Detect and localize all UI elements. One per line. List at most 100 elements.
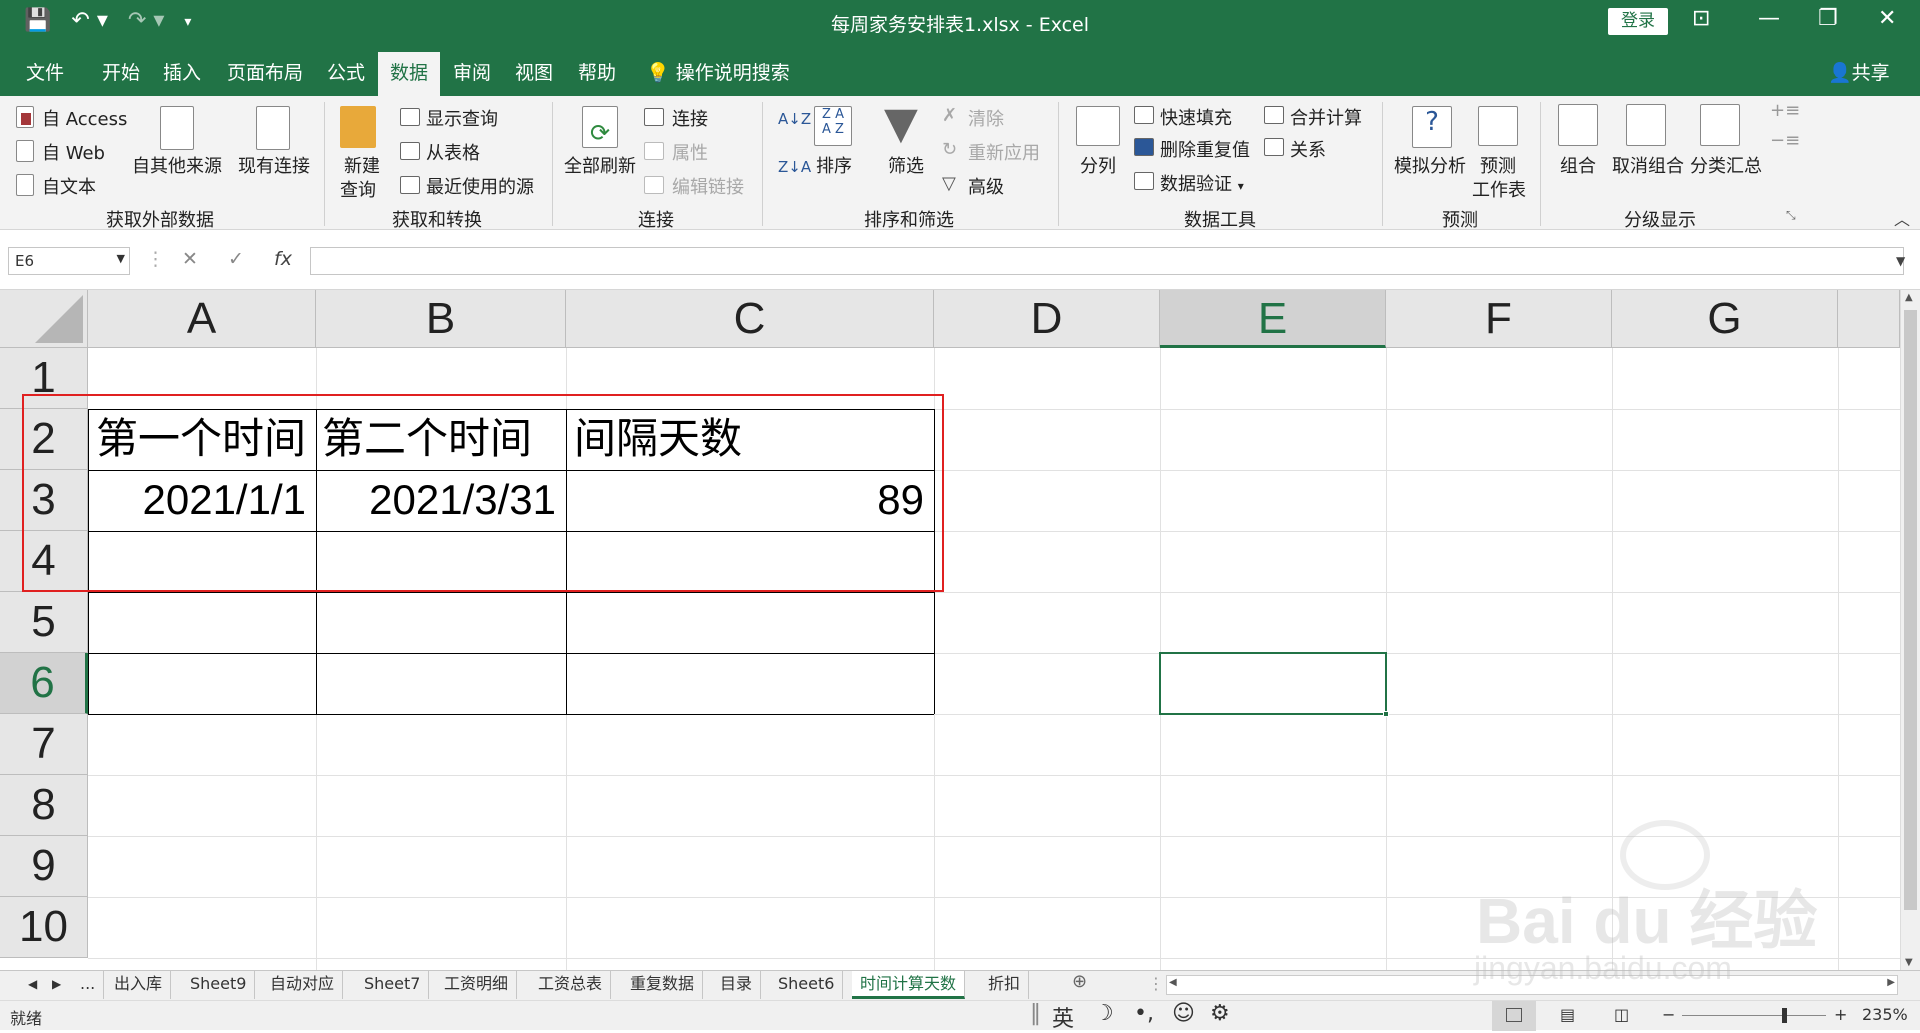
close-icon[interactable]: ✕ xyxy=(1878,6,1896,31)
tab-scroll-right-icon[interactable]: ▶ xyxy=(44,971,69,999)
hide-detail-icon[interactable]: −≡ xyxy=(1770,130,1800,151)
properties-button[interactable]: 属性 xyxy=(672,139,708,165)
name-box[interactable]: E6 ▼ xyxy=(8,247,130,275)
show-detail-icon[interactable]: +≡ xyxy=(1770,100,1800,121)
existing-connections-button[interactable]: 现有连接 xyxy=(238,152,310,178)
scroll-up-icon[interactable]: ▲ xyxy=(1905,292,1913,303)
sheet-tab[interactable]: 重复数据 xyxy=(622,971,704,999)
column-header-g[interactable]: G xyxy=(1612,290,1838,348)
restore-icon[interactable]: ❐ xyxy=(1818,6,1838,31)
sheet-tab-active[interactable]: 时间计算天数 xyxy=(852,971,966,999)
column-header-d[interactable]: D xyxy=(934,290,1160,348)
enter-icon[interactable]: ✓ xyxy=(228,248,244,270)
select-all-corner[interactable] xyxy=(0,290,88,348)
show-queries-button[interactable]: 显示查询 xyxy=(426,105,498,131)
row-header-5[interactable]: 5 xyxy=(0,592,88,653)
sort-za-icon[interactable]: Z↓A xyxy=(778,158,811,176)
emoji-icon[interactable]: ☺ xyxy=(1172,1001,1195,1026)
formula-input[interactable] xyxy=(310,247,1904,275)
clear-button[interactable]: 清除 xyxy=(968,105,1004,131)
sheet-tab[interactable]: 出入库 xyxy=(106,971,172,999)
flash-fill-button[interactable]: 快速填充 xyxy=(1160,104,1232,130)
punctuation-icon[interactable]: •, xyxy=(1134,1001,1154,1026)
new-query-button[interactable]: 新建 xyxy=(344,152,380,178)
page-layout-view-icon[interactable]: ▤ xyxy=(1560,1005,1575,1024)
zoom-in-button[interactable]: + xyxy=(1834,1005,1847,1024)
from-access-button[interactable]: 自 Access xyxy=(42,105,127,131)
dialog-launcher-icon[interactable]: ⤡ xyxy=(1786,208,1796,223)
what-if-analysis-button[interactable]: 模拟分析 xyxy=(1394,152,1466,178)
add-sheet-icon[interactable]: ⊕ xyxy=(1064,969,1095,997)
settings-gear-icon[interactable]: ⚙ xyxy=(1210,1001,1230,1026)
sheet-tab[interactable]: Sheet9 xyxy=(182,971,256,999)
tab-view[interactable]: 视图 xyxy=(515,58,553,85)
recent-sources-button[interactable]: 最近使用的源 xyxy=(426,173,534,199)
row-header-7[interactable]: 7 xyxy=(0,714,88,775)
edit-links-button[interactable]: 编辑链接 xyxy=(672,173,744,199)
normal-view-button[interactable] xyxy=(1492,1001,1536,1031)
tab-more[interactable]: ... xyxy=(72,971,105,999)
minimize-icon[interactable]: — xyxy=(1758,6,1780,31)
active-cell-e6[interactable] xyxy=(1159,652,1389,717)
refresh-all-button[interactable]: 全部刷新 xyxy=(564,152,636,178)
sort-button[interactable]: 排序 xyxy=(816,152,852,178)
cancel-icon[interactable]: ✕ xyxy=(182,248,198,270)
forecast-sheet-button[interactable]: 预测 xyxy=(1480,152,1516,178)
subtotal-button[interactable]: 分类汇总 xyxy=(1690,152,1762,178)
column-header-f[interactable]: F xyxy=(1386,290,1612,348)
row-header-10[interactable]: 10 xyxy=(0,897,88,958)
expand-formula-bar-icon[interactable]: ▼ xyxy=(1896,254,1905,268)
tell-me-search[interactable]: 💡 操作说明搜索 xyxy=(646,58,790,85)
data-validation-button[interactable]: 数据验证 ▾ xyxy=(1160,170,1244,196)
filter-button[interactable]: 筛选 xyxy=(888,152,924,178)
column-header-h[interactable] xyxy=(1838,290,1900,348)
connections-button[interactable]: 连接 xyxy=(672,105,708,131)
tab-page-layout[interactable]: 页面布局 xyxy=(227,58,303,85)
zoom-out-button[interactable]: − xyxy=(1662,1005,1675,1024)
consolidate-button[interactable]: 合并计算 xyxy=(1290,104,1362,130)
sheet-tab[interactable]: 目录 xyxy=(712,971,762,999)
row-header-8[interactable]: 8 xyxy=(0,775,88,836)
column-header-e[interactable]: E xyxy=(1160,290,1386,348)
column-header-a[interactable]: A xyxy=(88,290,316,348)
group-button[interactable]: 组合 xyxy=(1560,152,1596,178)
tab-formulas[interactable]: 公式 xyxy=(327,58,365,85)
sheet-tab[interactable]: 工资明细 xyxy=(436,971,518,999)
zoom-level[interactable]: 235% xyxy=(1862,1005,1908,1024)
tab-help[interactable]: 帮助 xyxy=(578,58,616,85)
tab-data[interactable]: 数据 xyxy=(378,52,441,96)
tab-scroll-left-icon[interactable]: ◀ xyxy=(20,971,45,999)
share-button[interactable]: 👤共享 xyxy=(1828,58,1890,85)
fill-handle[interactable] xyxy=(1383,711,1389,717)
text-to-columns-button[interactable]: 分列 xyxy=(1080,152,1116,178)
zoom-slider-thumb[interactable] xyxy=(1782,1008,1787,1023)
from-table-button[interactable]: 从表格 xyxy=(426,139,480,165)
collapse-ribbon-icon[interactable]: ︿ xyxy=(1894,206,1910,230)
login-button[interactable]: 登录 xyxy=(1608,8,1668,35)
column-header-c[interactable]: C xyxy=(566,290,934,348)
advanced-button[interactable]: 高级 xyxy=(968,173,1004,199)
column-header-b[interactable]: B xyxy=(316,290,566,348)
tab-home[interactable]: 开始 xyxy=(102,58,140,85)
row-header-9[interactable]: 9 xyxy=(0,836,88,897)
sheet-tab[interactable]: 折扣 xyxy=(980,971,1030,999)
sheet-tab[interactable]: 工资总表 xyxy=(530,971,612,999)
zoom-slider[interactable] xyxy=(1682,1015,1826,1016)
other-sources-button[interactable]: 自其他来源 xyxy=(132,152,222,178)
ungroup-button[interactable]: 取消组合 xyxy=(1612,152,1684,178)
ime-language[interactable]: 英 xyxy=(1052,1001,1074,1033)
sort-az-icon[interactable]: A↓Z xyxy=(778,110,811,128)
ribbon-display-options-icon[interactable]: ⊡ xyxy=(1692,6,1710,31)
relationships-button[interactable]: 关系 xyxy=(1290,136,1326,162)
scroll-left-icon[interactable]: ◀ xyxy=(1169,977,1177,988)
from-web-button[interactable]: 自 Web xyxy=(42,139,105,165)
row-header-6[interactable]: 6 xyxy=(0,653,88,714)
reapply-button[interactable]: 重新应用 xyxy=(968,139,1040,165)
from-text-button[interactable]: 自文本 xyxy=(42,173,96,199)
tab-insert[interactable]: 插入 xyxy=(163,58,201,85)
page-break-view-icon[interactable]: ◫ xyxy=(1614,1005,1629,1024)
remove-duplicates-button[interactable]: 删除重复值 xyxy=(1160,136,1250,162)
sheet-tab[interactable]: Sheet7 xyxy=(356,971,430,999)
sheet-tab[interactable]: Sheet6 xyxy=(770,971,844,999)
tab-file[interactable]: 文件 xyxy=(26,58,64,85)
